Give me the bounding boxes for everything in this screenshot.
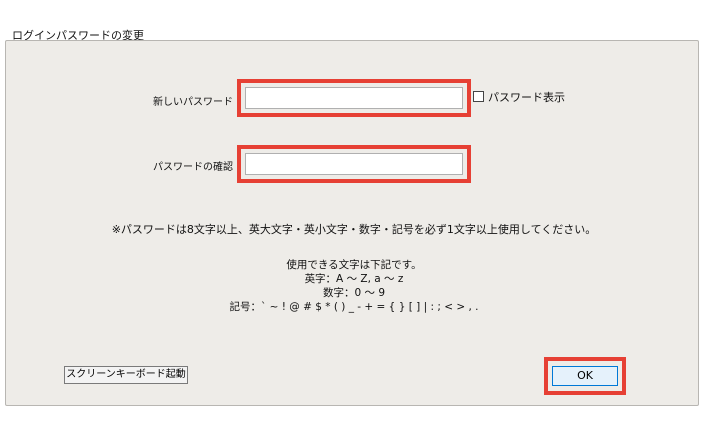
allowed-heading: 使用できる文字は下記です。	[286, 259, 422, 271]
allowed-characters: 使用できる文字は下記です。 英字：A ～ Z, a ～ z 数字：0 ～ 9 記…	[0, 258, 708, 314]
password-requirement-note: ※パスワードは8文字以上、英大文字・英小文字・数字・記号を必ず1文字以上使用して…	[111, 223, 597, 236]
confirm-password-field[interactable]	[245, 153, 463, 175]
title-bar: ログインパスワードの変更	[0, 0, 708, 42]
new-password-field[interactable]	[245, 87, 463, 109]
show-password-checkbox[interactable]	[473, 91, 484, 102]
ok-button[interactable]: OK	[552, 366, 618, 386]
allowed-letters: 英字：A ～ Z, a ～ z	[304, 273, 404, 285]
confirm-password-label: パスワードの確認	[153, 162, 233, 173]
allowed-symbols: 記号：` ~ ! @ # $ * ( ) _ - + = { } [ ] | :…	[229, 301, 479, 313]
screen-keyboard-button[interactable]: スクリーンキーボード起動	[64, 366, 188, 384]
show-password-label[interactable]: パスワード表示	[488, 89, 565, 105]
new-password-label: 新しいパスワード	[153, 97, 233, 108]
allowed-digits: 数字：0 ～ 9	[322, 287, 386, 299]
